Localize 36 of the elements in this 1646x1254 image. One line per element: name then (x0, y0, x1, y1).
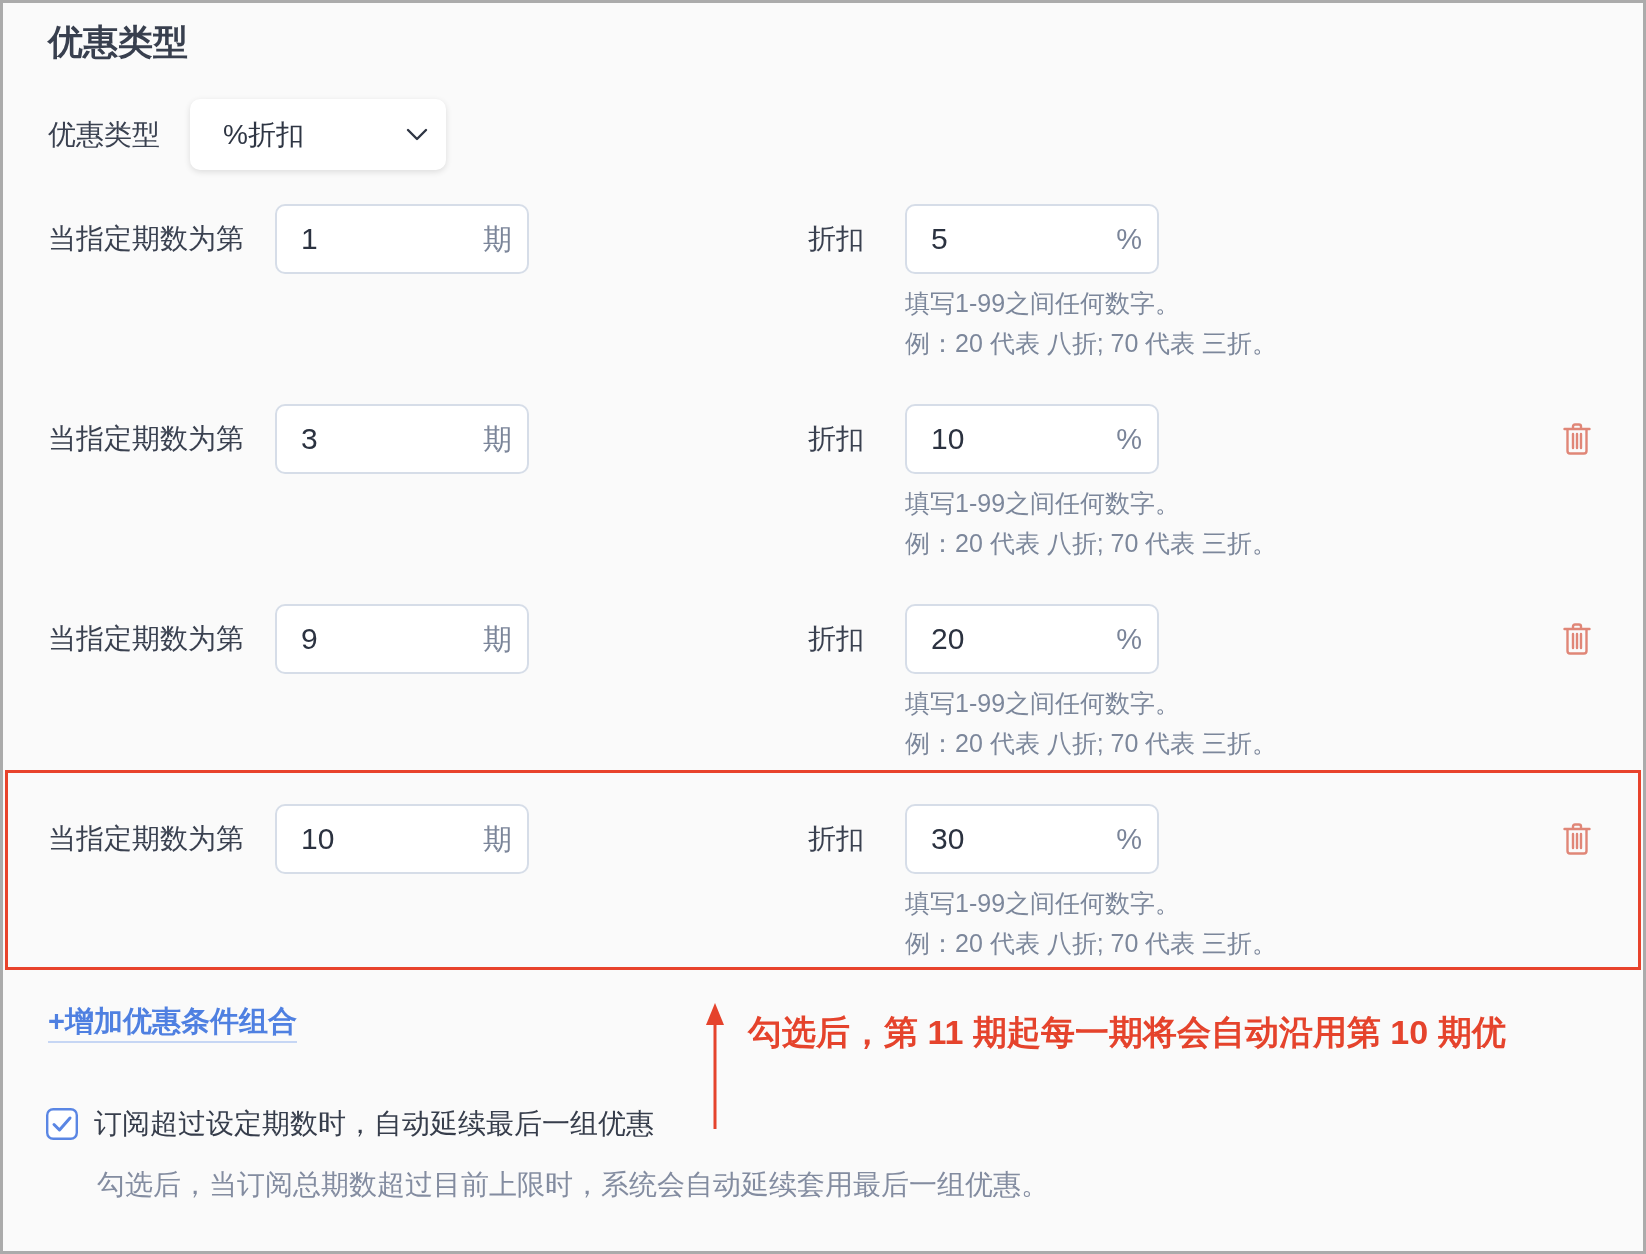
discount-label: 折扣 (808, 622, 865, 656)
hint-text: 例：20 代表 八折; 70 代表 三折。 (905, 728, 1278, 759)
unit-label: % (1116, 422, 1142, 457)
unit-label: % (1116, 222, 1142, 257)
trash-icon[interactable] (1563, 623, 1591, 655)
period-label: 当指定期数为第 (48, 622, 245, 656)
annotation-text: 勾选后，第 11 期起每一期将会自动沿用第 10 期优 (748, 1012, 1506, 1053)
hint-text: 填写1-99之间任何数字。 (905, 288, 1182, 319)
hint-text: 填写1-99之间任何数字。 (905, 888, 1182, 919)
hint-text: 例：20 代表 八折; 70 代表 三折。 (905, 928, 1278, 959)
trash-icon[interactable] (1563, 423, 1591, 455)
unit-label: 期 (483, 222, 512, 257)
type-label: 优惠类型 (48, 117, 161, 152)
unit-label: % (1116, 822, 1142, 857)
period-label: 当指定期数为第 (48, 222, 245, 256)
chevron-down-icon (406, 128, 428, 141)
checkbox[interactable] (46, 1108, 78, 1140)
discount-label: 折扣 (808, 422, 865, 456)
add-condition-link[interactable]: +增加优惠条件组合 (48, 1003, 297, 1043)
unit-label: 期 (483, 422, 512, 457)
hint-text: 填写1-99之间任何数字。 (905, 688, 1182, 719)
discount-label: 折扣 (808, 222, 865, 256)
period-label: 当指定期数为第 (48, 422, 245, 456)
section-title: 优惠类型 (48, 22, 188, 62)
unit-label: % (1116, 622, 1142, 657)
discount-label: 折扣 (808, 822, 865, 856)
type-dropdown[interactable]: %折扣 (190, 99, 446, 170)
checkbox-label: 订阅超过设定期数时，自动延续最后一组优惠 (94, 1107, 654, 1141)
hint-text: 填写1-99之间任何数字。 (905, 488, 1182, 519)
hint-text: 例：20 代表 八折; 70 代表 三折。 (905, 528, 1278, 559)
unit-label: 期 (483, 822, 512, 857)
checkbox-hint: 勾选后，当订阅总期数超过目前上限时，系统会自动延续套用最后一组优惠。 (97, 1168, 1049, 1202)
hint-text: 例：20 代表 八折; 70 代表 三折。 (905, 328, 1278, 359)
trash-icon[interactable] (1563, 823, 1591, 855)
period-label: 当指定期数为第 (48, 822, 245, 856)
unit-label: 期 (483, 622, 512, 657)
